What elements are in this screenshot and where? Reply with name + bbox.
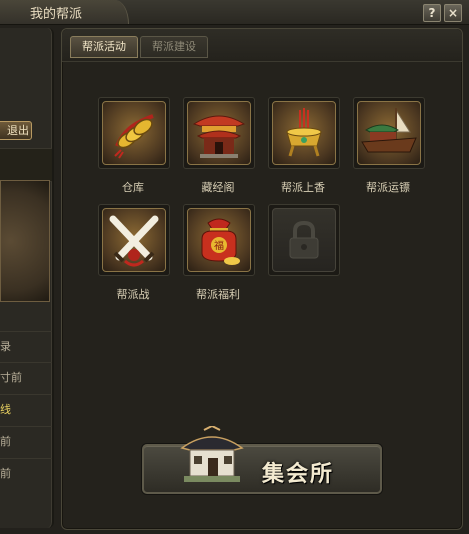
svg-text:福: 福 [214, 239, 224, 252]
incense-tile[interactable] [268, 97, 340, 169]
scripture-pavilion-tile[interactable] [183, 97, 255, 169]
guild-war-label: 帮派战 [116, 288, 150, 301]
treasure-coin-icon [102, 101, 166, 165]
gathering-hall-label: 集会所 [262, 461, 335, 487]
window-title: 我的帮派 [30, 7, 83, 22]
help-button[interactable]: ? [423, 4, 441, 22]
exit-button[interactable]: 退出 [0, 121, 32, 140]
list-item[interactable]: 寸前 [0, 362, 52, 393]
window-titlebar: 我的帮派 ? × [0, 0, 469, 25]
list-item[interactable]: 录 [0, 331, 52, 362]
guild-war-tile[interactable] [98, 204, 170, 276]
pavilion-icon [187, 101, 251, 165]
guild-welfare-label: 帮派福利 [196, 288, 240, 301]
escort-ship-icon [357, 101, 421, 165]
title-tab: 我的帮派 [0, 0, 129, 24]
crossed-swords-icon [102, 208, 166, 272]
left-divider [0, 148, 52, 182]
hall-house-icon [174, 424, 250, 492]
list-item[interactable]: 前 [0, 458, 52, 489]
incense-label: 帮派上香 [281, 181, 325, 194]
lucky-bag-icon: 福 [187, 208, 251, 272]
list-item[interactable]: 前 [0, 426, 52, 457]
lock-icon [272, 208, 336, 272]
locked-tile [268, 204, 340, 276]
left-panel: 退出 录 寸前 线 前 前 [0, 28, 54, 528]
warehouse-label: 仓库 [122, 181, 144, 194]
warehouse-tile[interactable] [98, 97, 170, 169]
tab-guild-activities[interactable]: 帮派活动 [70, 36, 138, 58]
guild-welfare-tile[interactable]: 福 [183, 204, 255, 276]
escort-tile[interactable] [353, 97, 425, 169]
escort-label: 帮派运镖 [366, 181, 410, 194]
gathering-hall-button[interactable]: 集会所 [142, 424, 382, 494]
incense-burner-icon [272, 101, 336, 165]
scripture-pavilion-label: 藏经阁 [201, 181, 235, 194]
close-button[interactable]: × [444, 4, 462, 22]
tab-guild-construction[interactable]: 帮派建设 [140, 36, 208, 58]
main-panel: 帮派活动 帮派建设 仓库 藏经阁 帮派上香 帮派运镖 帮派战 福 帮派福利 集会… [61, 28, 463, 530]
left-map-image [0, 180, 50, 302]
tab-strip: 帮派活动 帮派建设 [62, 29, 462, 62]
list-item-highlighted[interactable]: 线 [0, 394, 52, 425]
